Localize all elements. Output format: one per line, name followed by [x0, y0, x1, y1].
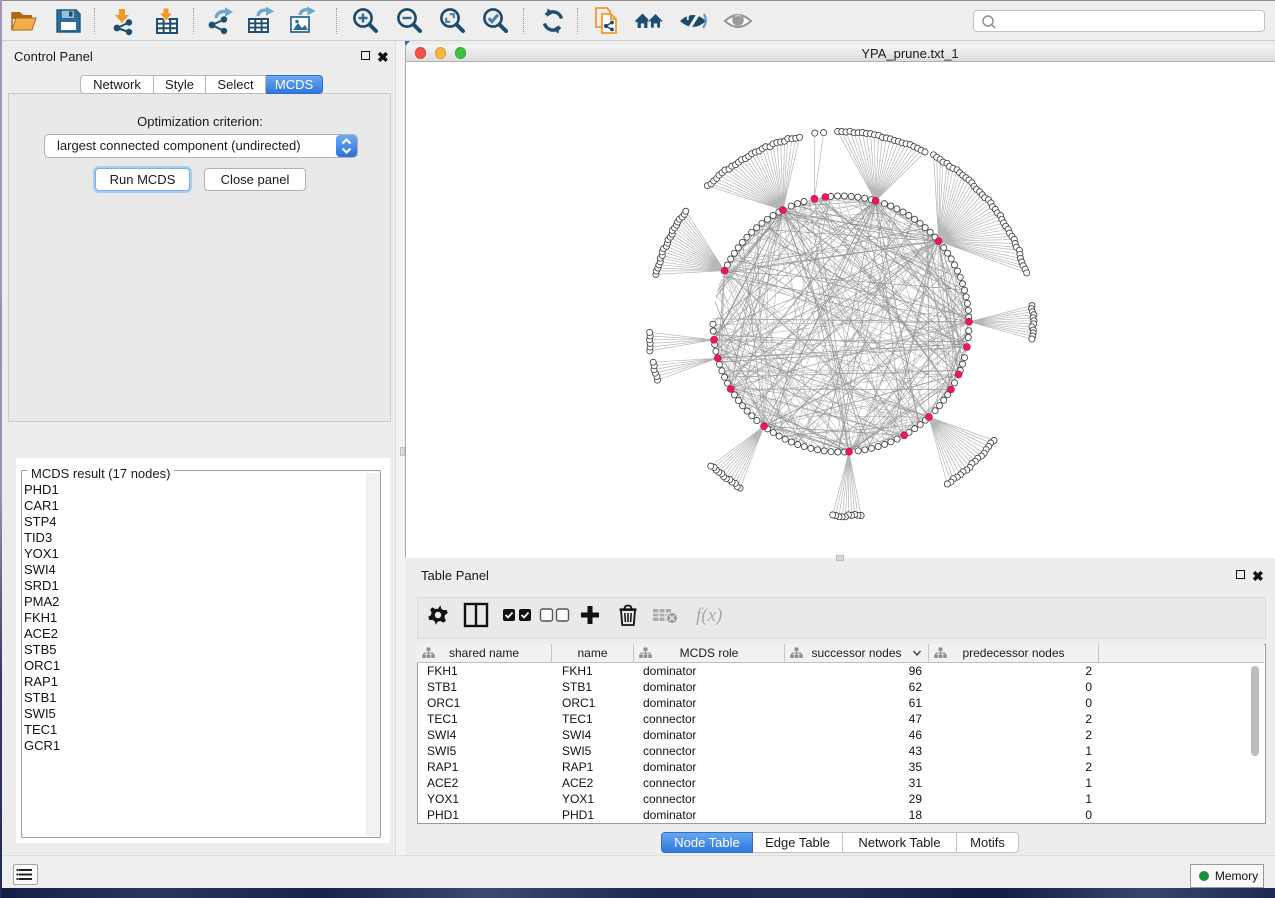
- svg-text:f(x): f(x): [696, 605, 722, 626]
